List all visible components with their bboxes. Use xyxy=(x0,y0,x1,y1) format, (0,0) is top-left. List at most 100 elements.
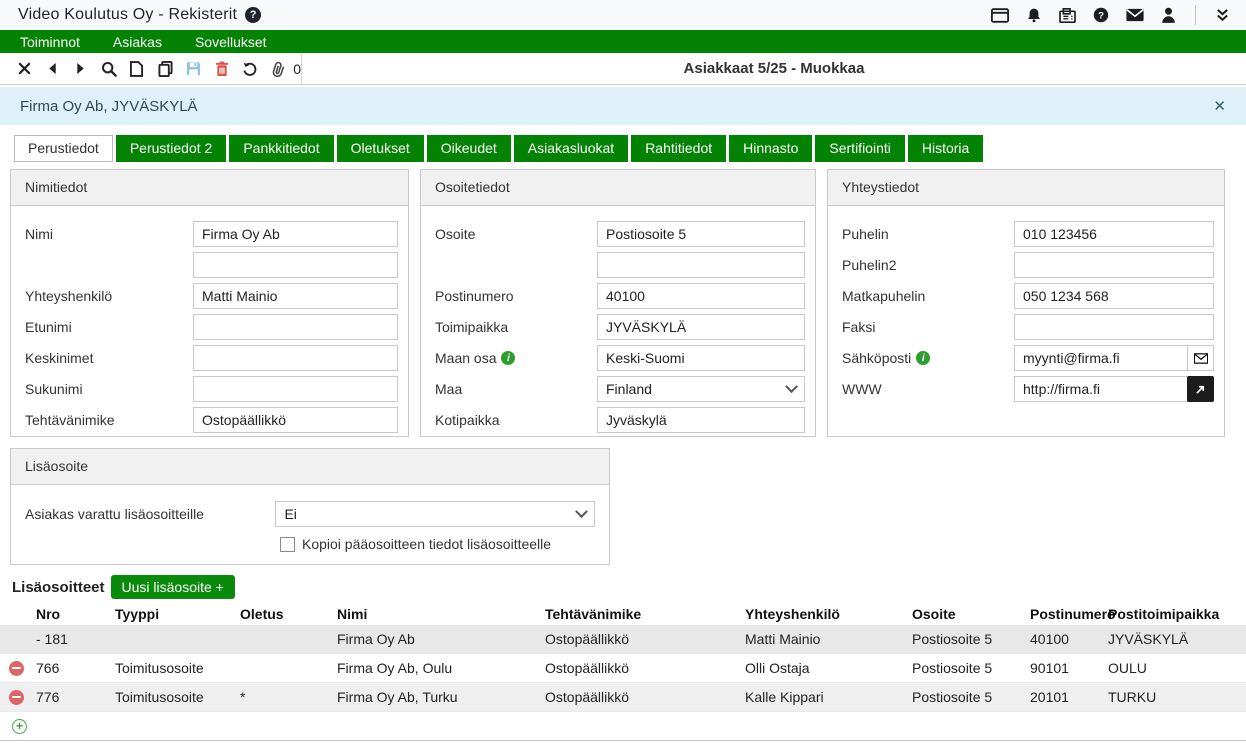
notifications-bell-icon[interactable] xyxy=(1026,7,1042,23)
maan-osa-input[interactable] xyxy=(597,345,805,371)
puhelin-input[interactable] xyxy=(1014,221,1214,247)
copy-record-icon[interactable] xyxy=(151,56,179,82)
yhteyshenkilo-label: Yhteyshenkilö xyxy=(25,288,193,304)
maan-osa-label: Maan osai xyxy=(435,350,597,366)
col-tehtavanimike: Tehtävänimike xyxy=(545,606,745,622)
mail-icon[interactable] xyxy=(1126,8,1144,22)
table-row[interactable]: - 181 Firma Oy Ab Ostopäällikkö Matti Ma… xyxy=(0,625,1246,654)
user-icon[interactable] xyxy=(1161,7,1176,23)
remove-row-icon[interactable] xyxy=(9,690,24,705)
keskinimet-label: Keskinimet xyxy=(25,350,193,366)
new-record-icon[interactable] xyxy=(123,56,151,82)
kopioi-checkbox-label: Kopioi pääosoitteen tiedot lisäosoitteel… xyxy=(302,536,551,552)
info-icon[interactable]: i xyxy=(501,351,515,365)
puhelin2-label: Puhelin2 xyxy=(842,257,1014,273)
cell-nro: 766 xyxy=(26,660,110,676)
help-circle-icon[interactable]: ? xyxy=(245,7,261,23)
menu-asiakas[interactable]: Asiakas xyxy=(113,34,162,50)
tehtavanimike-label: Tehtävänimike xyxy=(25,412,193,428)
add-row-icon[interactable]: + xyxy=(12,719,27,734)
tab-oikeudet[interactable]: Oikeudet xyxy=(427,135,511,162)
osoite-input[interactable] xyxy=(597,221,805,247)
close-record-button[interactable] xyxy=(10,56,38,82)
matkapuhelin-label: Matkapuhelin xyxy=(842,288,1014,304)
cell-nimi: Firma Oy Ab, Turku xyxy=(337,689,545,705)
tab-pankkitiedot[interactable]: Pankkitiedot xyxy=(229,135,333,162)
new-address-button[interactable]: Uusi lisäosoite + xyxy=(111,575,235,599)
next-record-button[interactable] xyxy=(66,56,94,82)
panel-yhteystiedot-title: Yhteystiedot xyxy=(828,170,1224,206)
table-row[interactable]: 766 Toimitusosoite Firma Oy Ab, Oulu Ost… xyxy=(0,654,1246,683)
tab-perustiedot-2[interactable]: Perustiedot 2 xyxy=(116,135,227,162)
tab-historia[interactable]: Historia xyxy=(908,135,983,162)
nimi2-input[interactable] xyxy=(193,252,398,278)
table-row[interactable]: 776 Toimitusosoite * Firma Oy Ab, Turku … xyxy=(0,683,1246,712)
www-label: WWW xyxy=(842,381,1014,397)
chevron-down-icon xyxy=(575,505,588,518)
osoite2-input[interactable] xyxy=(597,252,805,278)
etunimi-input[interactable] xyxy=(193,314,398,340)
previous-record-button[interactable] xyxy=(38,56,66,82)
panel-nimitiedot: Nimitiedot Nimi Yhteyshenkilö Etunimi Ke… xyxy=(10,169,409,437)
toolbar-title-area: Asiakkaat 5/25 - Muokkaa xyxy=(302,53,1246,84)
varattu-select[interactable]: Ei xyxy=(275,501,595,527)
tab-asiakasluokat[interactable]: Asiakasluokat xyxy=(514,135,628,162)
panel-lisaosoite-title: Lisäosoite xyxy=(11,449,609,485)
postinumero-input[interactable] xyxy=(597,283,805,309)
collapse-chevrons-icon[interactable] xyxy=(1215,8,1230,23)
maa-select[interactable]: Finland xyxy=(597,376,805,402)
search-icon[interactable] xyxy=(95,56,123,82)
panel-osoitetiedot: Osoitetiedot Osoite Postinumero Toimipai… xyxy=(420,169,816,437)
chevron-down-icon xyxy=(785,380,798,393)
col-nro: Nro xyxy=(26,606,110,622)
infobar-close-icon[interactable]: ✕ xyxy=(1213,97,1226,115)
faksi-input[interactable] xyxy=(1014,314,1214,340)
delete-icon[interactable] xyxy=(208,56,236,82)
www-input[interactable] xyxy=(1014,376,1188,402)
help-icon[interactable]: ? xyxy=(1093,7,1109,23)
save-icon[interactable] xyxy=(179,56,207,82)
fax-icon[interactable] xyxy=(1059,8,1076,23)
window-icon[interactable] xyxy=(991,8,1009,23)
info-icon[interactable]: i xyxy=(916,351,930,365)
tab-sertifiointi[interactable]: Sertifiointi xyxy=(815,135,904,162)
remove-row-icon[interactable] xyxy=(9,661,24,676)
app-title: Video Koulutus Oy - Rekisterit xyxy=(18,6,237,24)
varattu-label: Asiakas varattu lisäosoitteille xyxy=(25,506,275,522)
tab-rahtitiedot[interactable]: Rahtitiedot xyxy=(631,135,726,162)
sukunimi-label: Sukunimi xyxy=(25,381,193,397)
undo-icon[interactable] xyxy=(236,56,264,82)
sukunimi-input[interactable] xyxy=(193,376,398,402)
keskinimet-input[interactable] xyxy=(193,345,398,371)
menubar: Toiminnot Asiakas Sovellukset xyxy=(0,30,1246,53)
puhelin2-input[interactable] xyxy=(1014,252,1214,278)
toolbar-icon-strip: 0 xyxy=(0,53,302,84)
send-email-button[interactable] xyxy=(1187,345,1214,371)
tab-hinnasto[interactable]: Hinnasto xyxy=(729,135,812,162)
toimipaikka-input[interactable] xyxy=(597,314,805,340)
panel-lisaosoite: Lisäosoite Asiakas varattu lisäosoitteil… xyxy=(10,448,610,565)
col-postitoimipaikka: Postitoimipaikka xyxy=(1108,606,1246,622)
matkapuhelin-input[interactable] xyxy=(1014,283,1214,309)
tab-bar: Perustiedot Perustiedot 2 Pankkitiedot O… xyxy=(14,135,1246,162)
menu-toiminnot[interactable]: Toiminnot xyxy=(20,34,80,50)
panel-yhteystiedot: Yhteystiedot Puhelin Puhelin2 Matkapuhel… xyxy=(827,169,1225,437)
attachment-icon[interactable] xyxy=(264,56,292,82)
yhteyshenkilo-input[interactable] xyxy=(193,283,398,309)
cell-nimi: Firma Oy Ab xyxy=(337,631,545,647)
nimi-input[interactable] xyxy=(193,221,398,247)
cell-osoite: Postiosoite 5 xyxy=(912,660,1030,676)
sahkoposti-input[interactable] xyxy=(1014,345,1188,371)
tab-perustiedot[interactable]: Perustiedot xyxy=(14,135,113,162)
tab-oletukset[interactable]: Oletukset xyxy=(337,135,424,162)
cell-tehtavanimike: Ostopäällikkö xyxy=(545,631,745,647)
tehtavanimike-input[interactable] xyxy=(193,407,398,433)
cell-tehtavanimike: Ostopäällikkö xyxy=(545,689,745,705)
titlebar-divider xyxy=(1195,5,1196,25)
kotipaikka-input[interactable] xyxy=(597,407,805,433)
kopioi-checkbox[interactable] xyxy=(280,537,295,552)
cell-postinumero: 40100 xyxy=(1030,631,1108,647)
menu-sovellukset[interactable]: Sovellukset xyxy=(195,34,267,50)
open-link-button[interactable] xyxy=(1187,376,1214,402)
puhelin-label: Puhelin xyxy=(842,226,1014,242)
